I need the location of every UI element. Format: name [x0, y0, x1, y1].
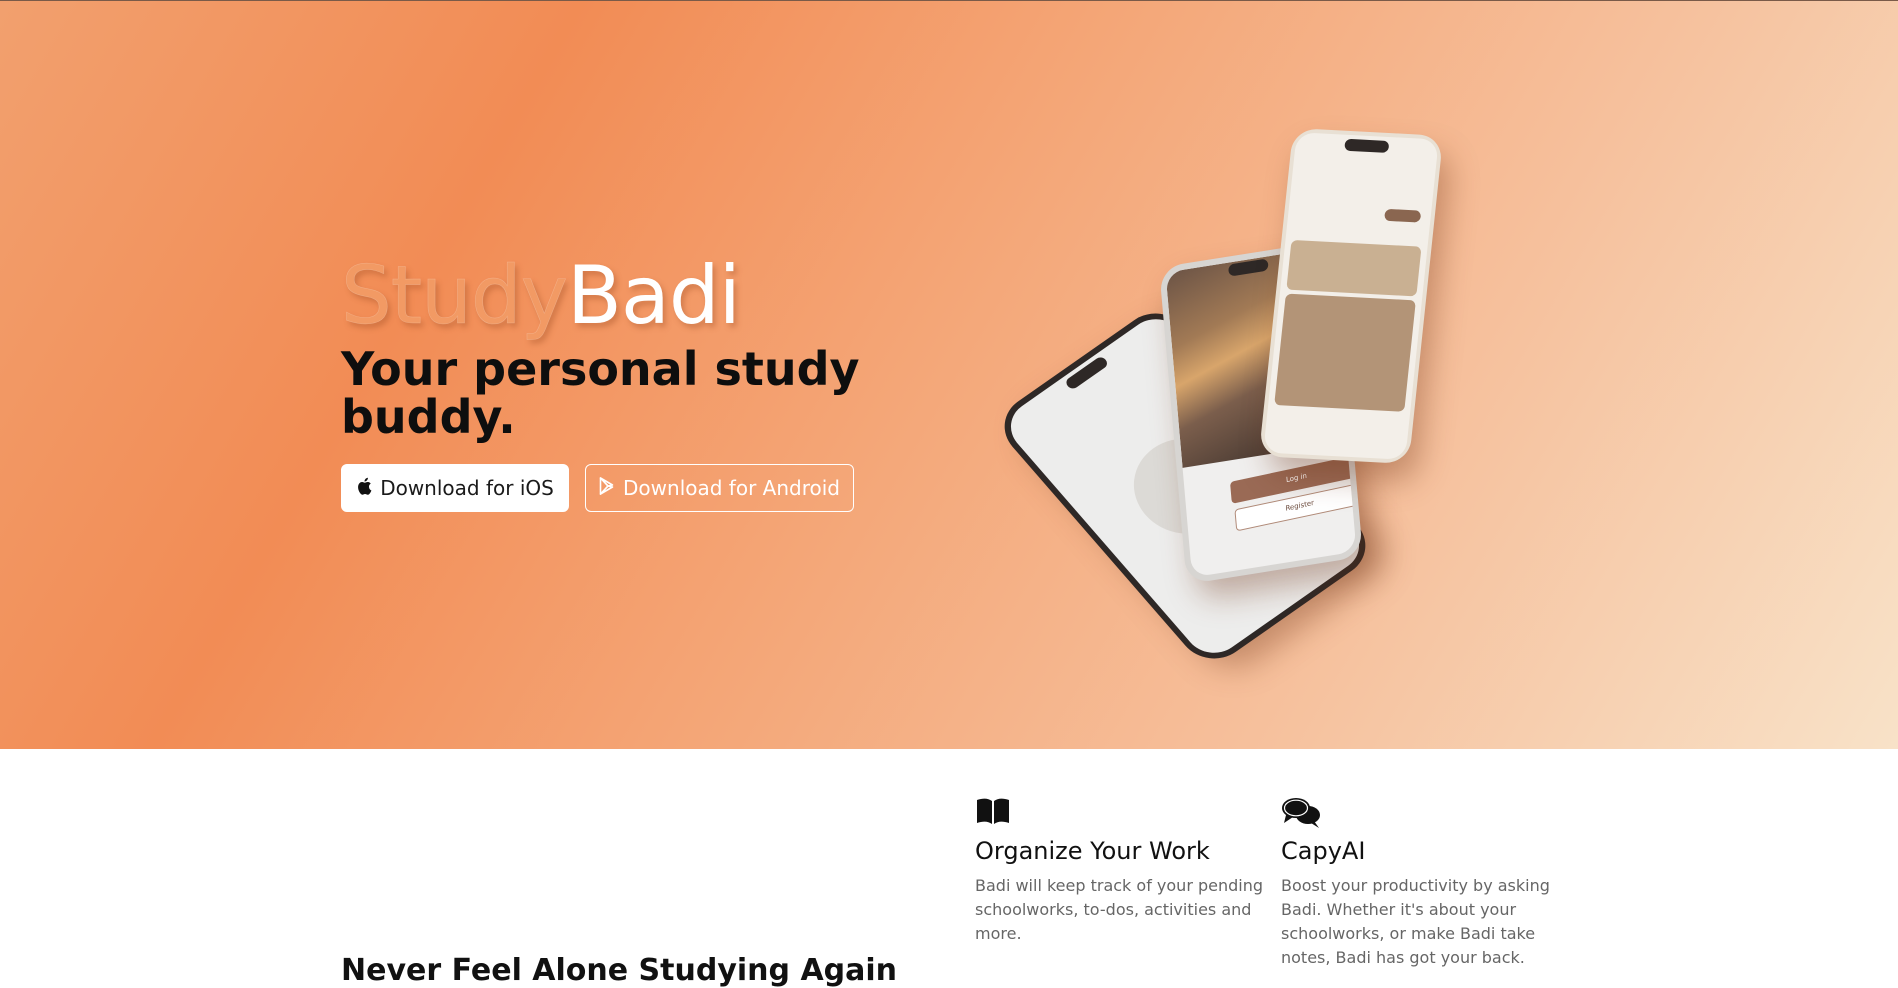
- hero-text: StudyBadi Your personal study buddy.: [341, 252, 901, 444]
- feature-description: Boost your productivity by asking Badi. …: [1281, 876, 1550, 967]
- features-section: Organize Your Work Badi will keep track …: [0, 749, 1898, 988]
- download-ios-label: Download for iOS: [380, 476, 554, 500]
- task-card: [1274, 293, 1416, 412]
- hero-tagline: Your personal study buddy.: [341, 342, 860, 444]
- phone-screen-home: [1263, 132, 1439, 460]
- download-ios-button[interactable]: Download for iOS: [341, 464, 569, 512]
- phone-mockup-home: [1258, 127, 1444, 465]
- register-label: Register: [1285, 498, 1315, 513]
- chat-bubbles-icon: [1281, 796, 1581, 830]
- brand-logo: StudyBadi: [341, 252, 901, 339]
- book-open-icon: [975, 796, 1265, 830]
- feature-capyai: CapyAI Boost your productivity by asking…: [1281, 796, 1581, 970]
- feature-title: Organize Your Work: [975, 837, 1210, 865]
- feature-title: CapyAI: [1281, 837, 1366, 865]
- brand-study: Study: [341, 249, 568, 342]
- phone-mockups: Log in Register: [990, 111, 1520, 672]
- feature-description: Badi will keep track of your pending sch…: [975, 876, 1264, 943]
- apple-icon: [356, 476, 372, 500]
- hero-section: StudyBadi Your personal study buddy. Dow…: [0, 1, 1898, 749]
- download-android-button[interactable]: Download for Android: [585, 464, 854, 512]
- task-card: [1286, 239, 1422, 297]
- status-pill: [1384, 208, 1422, 223]
- login-label: Log in: [1285, 471, 1308, 485]
- google-play-icon: [599, 476, 615, 500]
- download-android-label: Download for Android: [623, 476, 840, 500]
- section-title: Never Feel Alone Studying Again: [341, 952, 898, 988]
- feature-organize: Organize Your Work Badi will keep track …: [975, 796, 1265, 946]
- phone-notch: [1344, 138, 1390, 153]
- download-buttons: Download for iOS Download for Android: [341, 464, 854, 512]
- brand-badi: Badi: [566, 249, 741, 342]
